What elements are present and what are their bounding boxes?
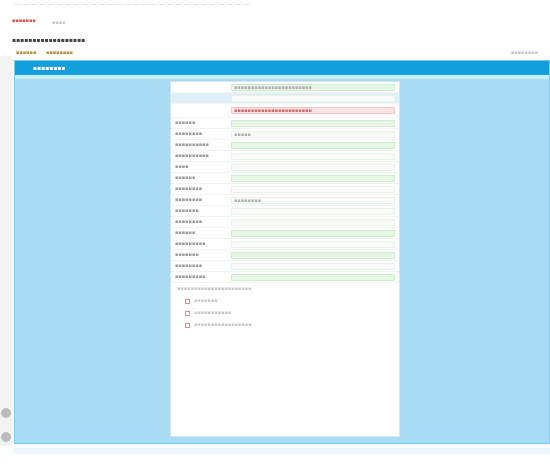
form-row-input[interactable]	[231, 185, 395, 193]
form-row-input[interactable]: ▪▪▪▪▪▪▪▪▪▪▪▪▪▪▪▪▪▪▪▪▪▪▪	[231, 83, 395, 91]
form-row-label: ▪▪▪▪▪▪▪	[175, 252, 199, 258]
menu-right-link[interactable]: ▪▪▪▪▪▪▪▪	[511, 50, 538, 56]
form-row: ▪▪▪▪	[171, 162, 399, 173]
form-row-label: ▪▪▪▪▪▪▪▪	[175, 131, 203, 137]
form-row-input[interactable]	[231, 207, 395, 215]
form-row-input[interactable]: ▪▪▪▪▪▪▪▪	[231, 196, 395, 204]
menu-item-1[interactable]: ▪▪▪▪▪▪▪▪	[46, 50, 73, 56]
form-row-input[interactable]	[231, 262, 395, 270]
checkbox-label: ▪▪▪▪▪▪▪▪▪▪▪▪▪▪▪▪▪	[194, 322, 252, 328]
checkbox-label: ▪▪▪▪▪▪▪▪▪▪▪	[194, 310, 232, 316]
browser-title-line: — — — — — — — — — — — — — — — — — — — — …	[14, 1, 250, 8]
form-row-input[interactable]	[231, 141, 395, 149]
form-row-input[interactable]: ▪▪▪▪▪	[231, 130, 395, 138]
checkbox-icon[interactable]	[185, 310, 190, 316]
form-row: ▪▪▪▪▪▪	[171, 173, 399, 184]
form-row: ▪▪▪▪▪▪▪▪▪▪	[171, 140, 399, 151]
form-row-input[interactable]	[231, 94, 395, 102]
form-row: ▪▪▪▪▪▪▪▪▪▪▪▪▪▪▪▪▪▪▪▪▪▪▪	[171, 82, 399, 93]
form-row-label: ▪▪▪▪▪▪▪▪	[175, 263, 203, 269]
form-row: ▪▪▪▪▪▪▪▪▪	[171, 239, 399, 250]
form-row: ▪▪▪▪▪▪▪▪	[171, 184, 399, 195]
checkbox-icon[interactable]	[185, 298, 190, 304]
form-row-input[interactable]	[231, 119, 395, 127]
site-title: ▪▪▪▪▪▪▪▪▪▪▪▪▪▪▪▪▪▪	[12, 37, 86, 44]
checkbox-group-header: ▪▪▪▪▪▪▪▪▪▪▪▪▪▪▪▪▪▪▪▪▪▪	[177, 286, 252, 292]
form-row: ▪▪▪▪▪▪▪▪▪▪▪▪▪▪▪▪▪▪▪▪▪▪▪	[171, 104, 399, 118]
left-dock	[0, 56, 12, 446]
form-row-input[interactable]: ▪▪▪▪▪▪▪▪▪▪▪▪▪▪▪▪▪▪▪▪▪▪▪	[231, 107, 395, 114]
page-header: ▪▪▪▪▪▪▪ ▪▪▪▪ ▪▪▪▪▪▪▪▪▪▪▪▪▪▪▪▪▪▪ ▪▪▪▪▪▪ ▪…	[8, 14, 548, 61]
dock-circle-icon[interactable]	[1, 432, 11, 442]
form-row-label: ▪▪▪▪▪▪	[175, 230, 196, 236]
form-row-input[interactable]	[231, 174, 395, 182]
form-row: ▪▪▪▪▪▪▪▪ ▪▪▪▪▪▪▪▪	[171, 195, 399, 206]
form-row-label: ▪▪▪▪▪▪	[175, 120, 196, 126]
form-row-label: ▪▪▪▪▪▪▪▪	[175, 186, 203, 192]
form-row: ▪▪▪▪▪▪▪	[171, 250, 399, 261]
checkbox-label: ▪▪▪▪▪▪▪	[194, 298, 218, 304]
footer-bar	[14, 448, 550, 454]
form-row-input[interactable]	[231, 163, 395, 171]
form-row: ▪▪▪▪▪▪	[171, 118, 399, 129]
form-row: ▪▪▪▪▪▪▪	[171, 206, 399, 217]
dock-circle-icon[interactable]	[1, 408, 11, 418]
checkbox-item[interactable]: ▪▪▪▪▪▪▪▪▪▪▪▪▪▪▪▪▪	[171, 319, 399, 331]
form-row: ▪▪▪▪▪▪	[171, 228, 399, 239]
form-row: ▪▪▪▪▪▪▪▪▪▪	[171, 151, 399, 162]
checkbox-item[interactable]: ▪▪▪▪▪▪▪▪▪▪▪	[171, 307, 399, 319]
form-row-input[interactable]	[231, 218, 395, 226]
form-row-label: ▪▪▪▪▪▪▪	[175, 208, 199, 214]
form-row-input[interactable]	[231, 273, 395, 281]
panel-title: ▪▪▪▪▪▪▪▪	[15, 61, 549, 75]
menu-item-0[interactable]: ▪▪▪▪▪▪	[16, 50, 36, 56]
checkbox-icon[interactable]	[185, 322, 190, 328]
form-row-label: ▪▪▪▪	[175, 164, 189, 170]
form-row-label: ▪▪▪▪▪▪▪▪	[175, 197, 203, 203]
form-row-label: ▪▪▪▪▪▪▪▪▪▪	[175, 142, 209, 148]
form-row	[171, 93, 399, 104]
form-row-input[interactable]	[231, 229, 395, 237]
header-tag-secondary: ▪▪▪▪	[52, 20, 66, 26]
form-row-label: ▪▪▪▪▪▪▪▪	[175, 219, 203, 225]
form-row: ▪▪▪▪▪▪▪▪	[171, 261, 399, 272]
form-row-input[interactable]	[231, 240, 395, 248]
form-row: ▪▪▪▪▪▪▪▪▪	[171, 272, 399, 283]
header-tag: ▪▪▪▪▪▪▪	[12, 18, 36, 24]
form-area: ▪▪▪▪▪▪▪▪▪▪▪▪▪▪▪▪▪▪▪▪▪▪▪ ▪▪▪▪▪▪▪▪▪▪▪▪▪▪▪▪▪…	[170, 81, 400, 437]
checkbox-item[interactable]: ▪▪▪▪▪▪▪	[171, 295, 399, 307]
form-row-label: ▪▪▪▪▪▪▪▪▪	[175, 274, 206, 280]
panel-subbar	[15, 75, 549, 79]
form-row: ▪▪▪▪▪▪▪▪ ▪▪▪▪▪	[171, 129, 399, 140]
form-row-label: ▪▪▪▪▪▪▪▪▪▪	[175, 153, 209, 159]
main-panel: ▪▪▪▪▪▪▪▪ ▪▪▪▪▪▪▪▪▪▪▪▪▪▪▪▪▪▪▪▪▪▪▪ ▪▪▪▪▪▪▪▪…	[14, 60, 550, 444]
form-row-input[interactable]	[231, 152, 395, 160]
form-row: ▪▪▪▪▪▪▪▪	[171, 217, 399, 228]
form-row-label: ▪▪▪▪▪▪▪▪▪	[175, 241, 206, 247]
form-row-label: ▪▪▪▪▪▪	[175, 175, 196, 181]
form-row-input[interactable]	[231, 251, 395, 259]
